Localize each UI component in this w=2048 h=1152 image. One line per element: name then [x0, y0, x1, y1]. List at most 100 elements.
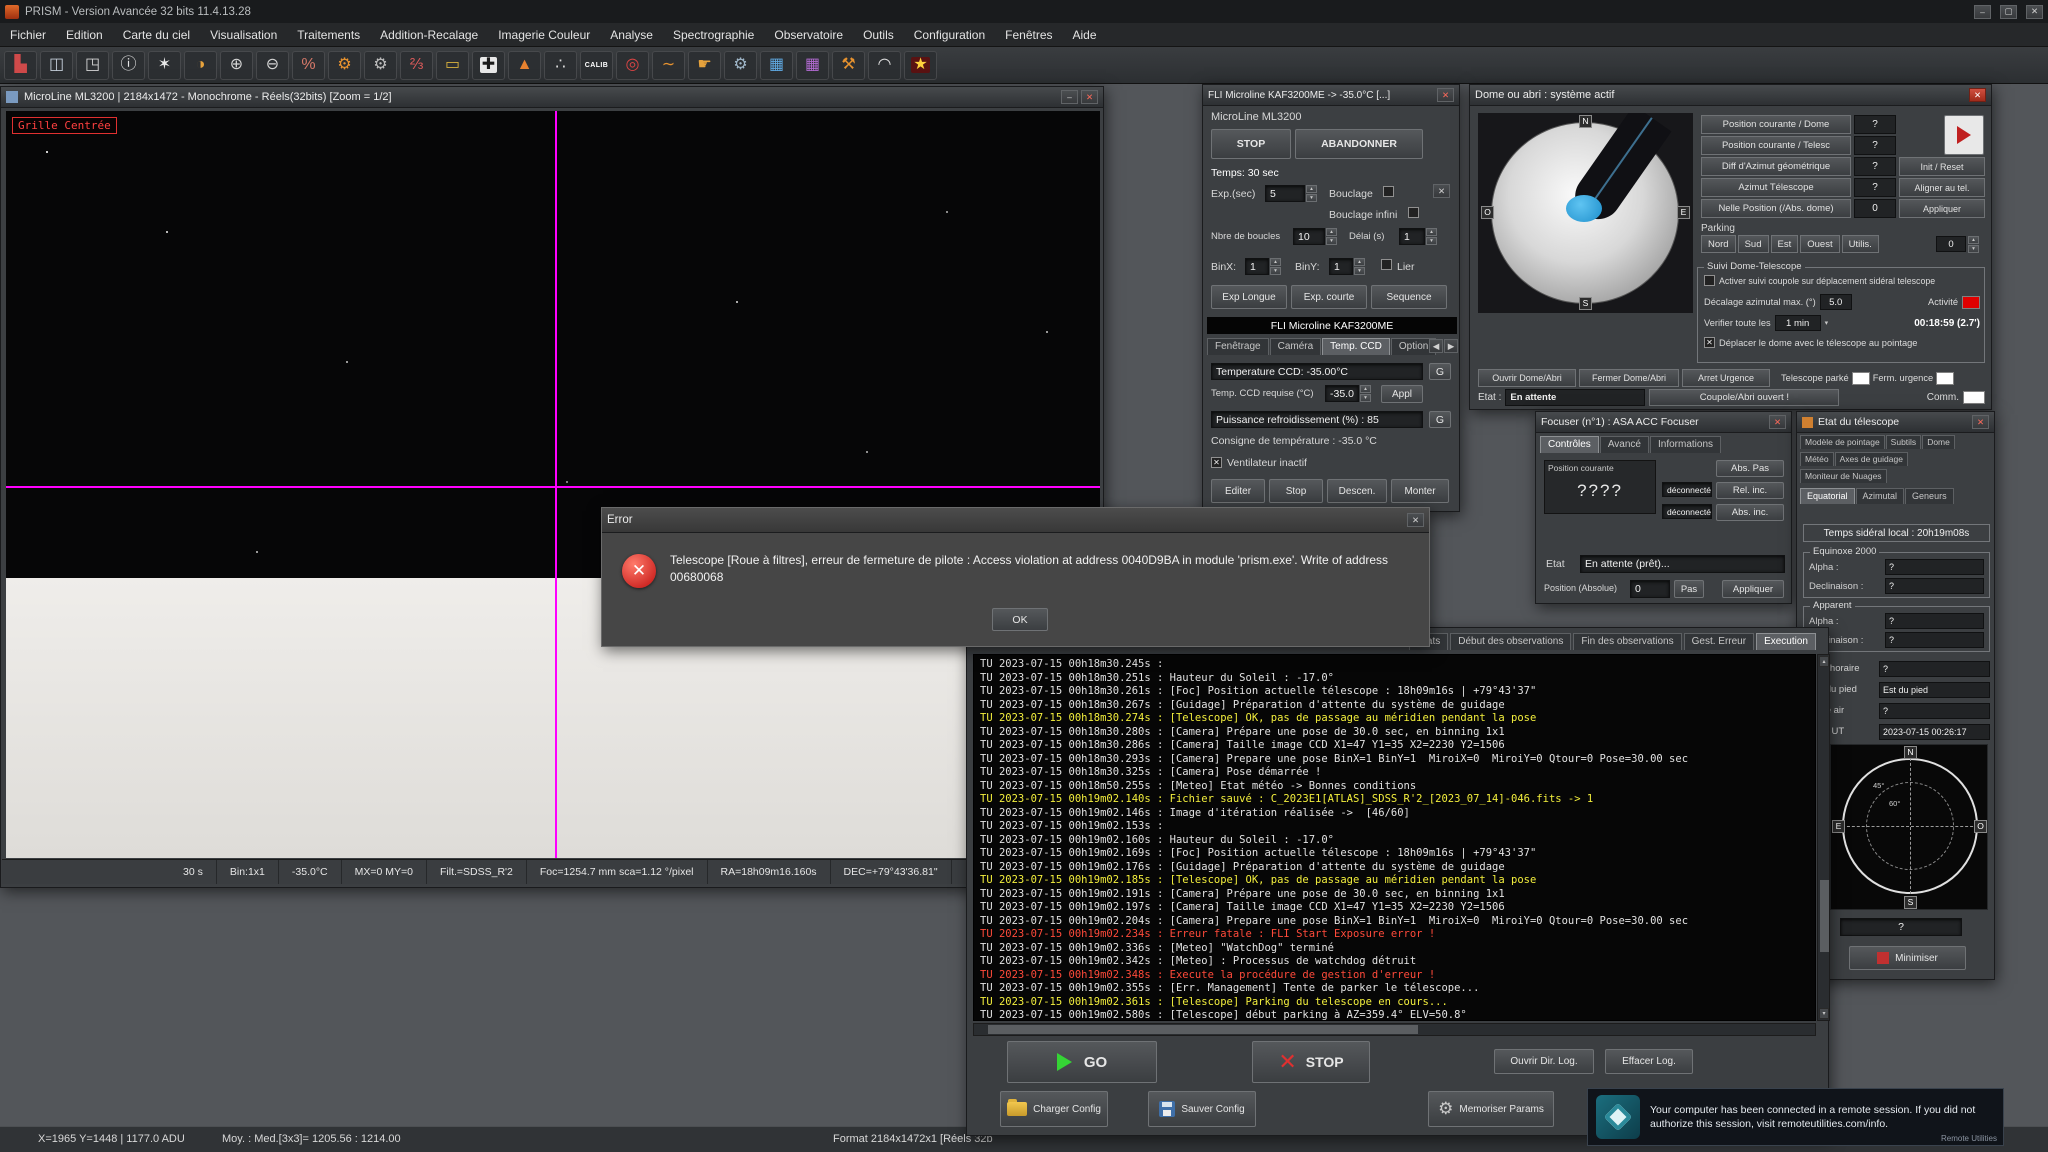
dome-parking-button[interactable]: Nord — [1701, 235, 1736, 253]
dropdown-icon[interactable]: ▾ — [1825, 319, 1829, 327]
dome-parking-button[interactable]: Ouest — [1800, 235, 1839, 253]
minimize-panel-button[interactable]: Minimiser — [1849, 946, 1966, 970]
align-cross-icon[interactable]: ✚ — [472, 51, 505, 80]
vscroll-thumb[interactable] — [1820, 880, 1829, 952]
image-canvas[interactable]: Grille Centrée — [6, 111, 1100, 858]
abs-inc-button[interactable]: Abs. inc. — [1716, 504, 1784, 521]
parking-position-input[interactable]: 0 — [1936, 236, 1966, 252]
biny-stepper[interactable] — [1354, 258, 1365, 275]
rel-inc-button[interactable]: Rel. inc. — [1716, 482, 1784, 499]
process-gears-icon[interactable]: ⚙ — [328, 51, 361, 80]
telescope-tab[interactable]: Equatorial — [1800, 488, 1855, 504]
dome-row-button[interactable]: Azimut Télescope — [1701, 178, 1851, 197]
binx-input[interactable]: 1 — [1245, 258, 1269, 275]
calibration-icon[interactable]: CALIB — [580, 51, 613, 80]
dome-window-titlebar[interactable]: Dome ou abri : système actif ✕ — [1470, 85, 1991, 106]
container-icon[interactable]: ▭ — [436, 51, 469, 80]
image-minimize-button[interactable]: – — [1061, 90, 1078, 104]
camera-panel-close-icon[interactable]: ✕ — [1433, 184, 1450, 198]
observatory-dome-icon[interactable]: ◠ — [868, 51, 901, 80]
curve-icon[interactable]: ∼ — [652, 51, 685, 80]
go-button[interactable]: GO — [1007, 1041, 1157, 1083]
app-titlebar[interactable]: PRISM - Version Avancée 32 bits 11.4.13.… — [0, 0, 2048, 23]
camera-tab[interactable]: Temp. CCD — [1322, 338, 1390, 355]
record-icon[interactable]: ◎ — [616, 51, 649, 80]
exposure-stepper[interactable] — [1306, 185, 1317, 202]
telescope-tab[interactable]: Axes de guidage — [1835, 452, 1908, 466]
scale-percent-icon[interactable]: % — [292, 51, 325, 80]
tab-scroll-right-icon[interactable]: ▶ — [1444, 339, 1458, 353]
temperature-graph-button[interactable]: G — [1429, 363, 1451, 380]
biny-input[interactable]: 1 — [1329, 258, 1353, 275]
tools-icon[interactable]: ⚒ — [832, 51, 865, 80]
zoom-in-icon[interactable]: ⊕ — [220, 51, 253, 80]
telescope-tab[interactable]: Modèle de pointage — [1800, 435, 1885, 449]
automation-gears-icon[interactable]: ⚙ — [724, 51, 757, 80]
telescope-tab[interactable]: Subtils — [1886, 435, 1922, 449]
menu-item[interactable]: Fichier — [0, 24, 56, 46]
histogram-icon[interactable]: ▙ — [4, 51, 37, 80]
log-tab[interactable]: Execution — [1756, 633, 1816, 650]
camera-tab[interactable]: Fenêtrage — [1207, 338, 1269, 355]
dome-row-button[interactable]: Nelle Position (/Abs. dome) — [1701, 199, 1851, 218]
memorize-params-button[interactable]: ⚙Memoriser Params — [1428, 1091, 1554, 1127]
emergency-stop-button[interactable]: Arret Urgence — [1682, 369, 1770, 387]
menu-item[interactable]: Aide — [1063, 24, 1107, 46]
azimut-offset-input[interactable]: 5.0 — [1820, 294, 1852, 310]
camera-abort-button[interactable]: ABANDONNER — [1295, 129, 1423, 159]
error-dialog-titlebar[interactable]: Error ✕ — [602, 508, 1429, 533]
abs-position-input[interactable]: 0 — [1630, 580, 1670, 598]
log-vscrollbar[interactable]: ▴ ▾ — [1817, 654, 1830, 1021]
delay-input[interactable]: 1 — [1399, 228, 1425, 245]
menu-item[interactable]: Configuration — [904, 24, 995, 46]
telescope-tab[interactable]: Météo — [1800, 452, 1834, 466]
log-tab[interactable]: Fin des observations — [1573, 633, 1681, 650]
telescope-window-titlebar[interactable]: Etat du télescope ✕ — [1797, 412, 1994, 433]
dome-row-value[interactable]: 0 — [1854, 199, 1896, 218]
telescope-tab[interactable]: Moniteur de Nuages — [1800, 469, 1887, 483]
menu-item[interactable]: Fenêtres — [995, 24, 1062, 46]
temp-request-input[interactable]: -35.0 — [1325, 385, 1359, 402]
menu-item[interactable]: Analyse — [600, 24, 663, 46]
focuser-close-button[interactable]: ✕ — [1769, 415, 1786, 429]
camera-stop-button[interactable]: STOP — [1211, 129, 1291, 159]
focuser-apply-button[interactable]: Appliquer — [1722, 580, 1784, 598]
camera-tab[interactable]: Caméra — [1270, 338, 1322, 355]
fan-checkbox[interactable]: ✕ — [1211, 457, 1222, 468]
delay-stepper[interactable] — [1426, 228, 1437, 245]
dome-row-action-button[interactable]: Appliquer — [1899, 199, 1985, 218]
step-unit-button[interactable]: Pas — [1674, 580, 1704, 598]
edit-button[interactable]: Editer — [1211, 479, 1265, 503]
focuser-tab[interactable]: Informations — [1650, 436, 1721, 453]
menu-item[interactable]: Carte du ciel — [113, 24, 200, 46]
menu-item[interactable]: Spectrographie — [663, 24, 764, 46]
abs-step-button[interactable]: Abs. Pas — [1716, 460, 1784, 477]
long-exposure-button[interactable]: Exp Longue — [1211, 285, 1287, 309]
settings-gears-icon[interactable]: ⚙ — [364, 51, 397, 80]
focus-star-icon[interactable]: ★ — [904, 51, 937, 80]
pointer-hand-icon[interactable]: ☛ — [688, 51, 721, 80]
camera-close-button[interactable]: ✕ — [1437, 88, 1454, 102]
log-tab[interactable]: Début des observations — [1450, 633, 1571, 650]
clear-log-button[interactable]: Effacer Log. — [1605, 1049, 1693, 1074]
stop-button[interactable]: ✕ STOP — [1252, 1041, 1370, 1083]
log-tab[interactable]: Gest. Erreur — [1684, 633, 1754, 650]
dome-row-button[interactable]: Position courante / Dome — [1701, 115, 1851, 134]
error-ok-button[interactable]: OK — [992, 608, 1048, 631]
dome-row-button[interactable]: Diff d'Azimut géométrique — [1701, 157, 1851, 176]
dome-row-value[interactable]: ? — [1854, 115, 1896, 134]
close-dome-button[interactable]: Fermer Dome/Abri — [1579, 369, 1679, 387]
dome-parking-button[interactable]: Est — [1771, 235, 1799, 253]
tab-scroll-left-icon[interactable]: ◀ — [1429, 339, 1443, 353]
app-minimize-button[interactable]: – — [1974, 5, 1991, 19]
menu-item[interactable]: Traitements — [287, 24, 370, 46]
move-dome-checkbox[interactable]: ✕ — [1704, 337, 1715, 348]
binx-stepper[interactable] — [1270, 258, 1281, 275]
dome-row-action-button[interactable]: Init / Reset — [1899, 157, 1985, 176]
loop-infinite-checkbox[interactable] — [1408, 207, 1419, 218]
dome-parking-button[interactable]: Utilis. — [1842, 235, 1879, 253]
info-icon[interactable]: ⓘ — [112, 51, 145, 80]
dome-row-value[interactable]: ? — [1854, 136, 1896, 155]
save-config-button[interactable]: Sauver Config — [1148, 1091, 1256, 1127]
grid-blue-icon[interactable]: ▦ — [760, 51, 793, 80]
